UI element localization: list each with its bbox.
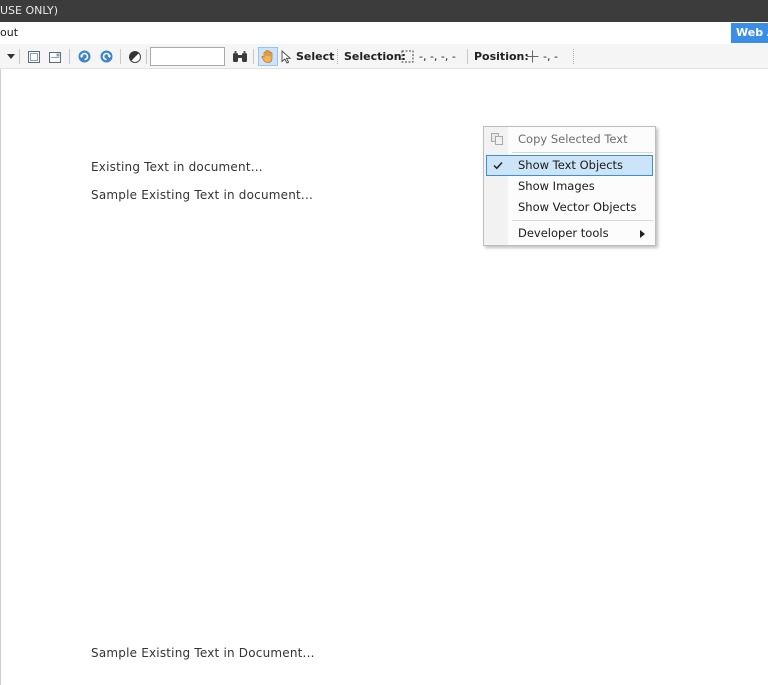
pan-tool-button[interactable] [258, 47, 278, 66]
toolbar-separator [120, 49, 121, 64]
toolbar-separator [69, 49, 70, 64]
menu-separator [512, 220, 653, 221]
hand-icon [261, 49, 275, 67]
document-left-border [0, 69, 1, 685]
toolbar-separator [573, 49, 575, 64]
menu-item-label: Copy Selected Text [518, 132, 628, 146]
document-text-line[interactable]: Existing Text in document... [91, 160, 263, 174]
submenu-arrow-icon [640, 223, 645, 246]
document-text-line[interactable]: Sample Existing Text in document... [91, 188, 313, 202]
selection-value: -, -, -, - [419, 50, 456, 63]
zoom-input[interactable] [150, 47, 225, 66]
menu-item-show-vector-objects[interactable]: Show Vector Objects [486, 197, 653, 218]
menu-item-copy-selected-text[interactable]: Copy Selected Text [486, 129, 653, 150]
menu-bar: out Web A [0, 22, 768, 44]
contrast-icon[interactable] [126, 48, 143, 65]
toolbar-separator [19, 49, 20, 64]
select-arrow-icon[interactable] [279, 48, 293, 65]
toolbar-separator [146, 49, 147, 64]
toolbar-separator [337, 49, 339, 64]
find-icon[interactable] [230, 48, 250, 65]
select-tool-label[interactable]: Select [296, 49, 334, 64]
menu-item-developer-tools[interactable]: Developer tools [486, 223, 653, 244]
crosshair-icon [525, 48, 539, 65]
document-text-line[interactable]: Sample Existing Text in Document... [91, 646, 315, 660]
menu-item-label: Show Images [518, 179, 595, 193]
position-value: -, - [543, 50, 558, 63]
copy-icon [490, 132, 504, 153]
rotate-left-icon[interactable] [75, 48, 93, 65]
fit-width-icon[interactable] [46, 48, 64, 65]
toolbar-separator [253, 49, 254, 64]
menu-item-label: Show Vector Objects [518, 200, 637, 214]
selection-rect-icon [400, 48, 414, 65]
fit-page-icon[interactable] [25, 48, 43, 65]
menu-item-show-images[interactable]: Show Images [486, 176, 653, 197]
menu-about[interactable]: out [0, 22, 18, 44]
rotate-right-icon[interactable] [97, 48, 115, 65]
selection-label: Selection: [344, 50, 406, 63]
window-title: USE ONLY) [0, 4, 59, 17]
web-app-button[interactable]: Web A [731, 23, 768, 43]
checkmark-icon [493, 156, 503, 176]
menu-item-show-text-objects[interactable]: Show Text Objects [486, 155, 653, 176]
title-bar: USE ONLY) [0, 0, 768, 22]
menu-item-label: Show Text Objects [518, 158, 624, 172]
position-label: Position: [474, 50, 529, 63]
dropdown-arrow-icon[interactable] [6, 48, 16, 65]
toolbar-separator [467, 49, 468, 64]
menu-item-label: Developer tools [518, 226, 609, 240]
context-menu: Copy Selected Text Show Text Objects Sho… [483, 126, 656, 246]
menu-separator [512, 152, 653, 153]
toolbar: Select Selection: -, -, -, - Position: -… [0, 44, 768, 69]
